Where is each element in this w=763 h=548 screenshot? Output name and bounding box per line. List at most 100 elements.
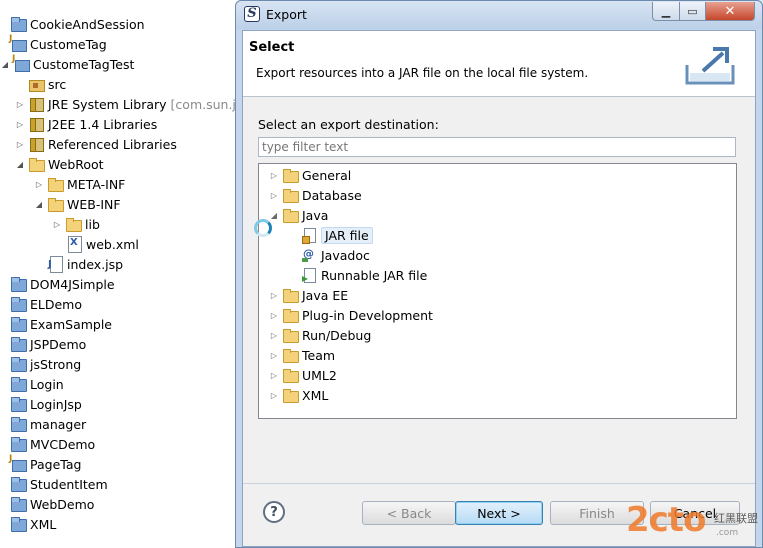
java-project-icon <box>9 454 27 472</box>
expand-arrow-icon[interactable]: ▷ <box>15 119 25 129</box>
wizard-title: Select <box>249 40 295 55</box>
library-j2ee[interactable]: ▷ J2EE 1.4 Libraries <box>15 114 157 134</box>
project-studentitem[interactable]: StudentItem <box>10 474 108 494</box>
project-jspdemo[interactable]: JSPDemo <box>10 334 86 354</box>
java-project-icon <box>9 34 27 52</box>
folder-icon <box>65 216 82 232</box>
folder-icon <box>282 187 299 203</box>
tree-item-database[interactable]: ▷ Database <box>269 185 362 205</box>
tree-item-javadoc[interactable]: Javadoc <box>301 245 370 265</box>
expand-arrow-icon[interactable]: ▷ <box>269 310 279 320</box>
folder-src[interactable]: src <box>28 74 66 94</box>
folder-lib[interactable]: ▷ lib <box>52 214 100 234</box>
expand-arrow-icon[interactable]: ▷ <box>15 99 25 109</box>
project-eldemo[interactable]: ELDemo <box>10 294 82 314</box>
project-pagetag[interactable]: PageTag <box>9 454 81 474</box>
dialog-body: Select Export resources into a JAR file … <box>242 30 756 547</box>
expand-arrow-icon[interactable]: ▷ <box>269 370 279 380</box>
project-login[interactable]: Login <box>10 374 64 394</box>
collapse-arrow-icon[interactable]: ◢ <box>269 210 279 220</box>
source-folder-icon <box>28 76 45 92</box>
watermark-sub: .com <box>716 528 739 538</box>
tree-item-team[interactable]: ▷ Team <box>269 345 335 365</box>
folder-icon <box>282 287 299 303</box>
destination-label: Select an export destination: <box>258 117 439 132</box>
tree-item-run-debug[interactable]: ▷ Run/Debug <box>269 325 371 345</box>
runnable-jar-icon <box>301 267 317 283</box>
project-manager[interactable]: manager <box>10 414 86 434</box>
eclipse-icon: S <box>244 6 260 22</box>
filter-input[interactable] <box>258 137 736 157</box>
library-referenced[interactable]: ▷ Referenced Libraries <box>15 134 177 154</box>
help-button[interactable]: ? <box>263 501 285 523</box>
library-jre[interactable]: ▷JRE System Library[com.sun.java <box>15 94 239 114</box>
tree-item-java-ee[interactable]: ▷ Java EE <box>269 285 348 305</box>
tree-item-runnable-jar[interactable]: Runnable JAR file <box>301 265 427 285</box>
project-icon <box>10 496 27 512</box>
library-icon <box>28 96 44 112</box>
back-button[interactable]: < Back <box>362 501 456 525</box>
java-project-icon <box>12 54 30 72</box>
folder-icon <box>282 167 299 183</box>
tree-item-xml[interactable]: ▷ XML <box>269 385 328 405</box>
project-explorer: CookieAndSession CustomeTag ◢CustomeTagT… <box>0 0 240 548</box>
collapse-arrow-icon[interactable]: ◢ <box>15 159 25 169</box>
tree-item-jar-file[interactable]: JAR file <box>301 225 373 245</box>
project-icon <box>10 356 27 372</box>
expand-arrow-icon[interactable]: ▷ <box>34 179 44 189</box>
folder-icon <box>282 327 299 343</box>
project-icon <box>10 416 27 432</box>
folder-icon <box>28 156 45 172</box>
project-xml[interactable]: XML <box>10 514 56 534</box>
project-icon <box>10 296 27 312</box>
close-icon: ✕ <box>724 3 736 19</box>
tree-item-general[interactable]: ▷ General <box>269 165 351 185</box>
next-button[interactable]: Next > <box>455 501 543 525</box>
footer-divider <box>243 483 755 484</box>
folder-web-inf[interactable]: ◢ WEB-INF <box>34 194 121 214</box>
library-icon <box>28 116 44 132</box>
expand-arrow-icon[interactable]: ▷ <box>269 350 279 360</box>
collapse-arrow-icon[interactable]: ◢ <box>0 59 10 69</box>
project-icon <box>10 396 27 412</box>
project-icon <box>10 376 27 392</box>
expand-arrow-icon[interactable]: ▷ <box>269 190 279 200</box>
expand-arrow-icon[interactable]: ▷ <box>15 139 25 149</box>
jsp-file-icon <box>47 256 63 273</box>
folder-meta-inf[interactable]: ▷ META-INF <box>34 174 125 194</box>
folder-webroot[interactable]: ◢ WebRoot <box>15 154 104 174</box>
project-examsample[interactable]: ExamSample <box>10 314 112 334</box>
tree-item-uml2[interactable]: ▷ UML2 <box>269 365 337 385</box>
close-button[interactable]: ✕ <box>705 2 755 21</box>
expand-arrow-icon[interactable]: ▷ <box>269 290 279 300</box>
loading-spinner-icon <box>254 219 272 237</box>
dialog-titlebar[interactable]: S Export ▁ ▭ ✕ <box>236 1 762 29</box>
collapse-arrow-icon[interactable]: ◢ <box>34 199 44 209</box>
expand-arrow-icon[interactable]: ▷ <box>269 330 279 340</box>
tree-item-plugin-development[interactable]: ▷ Plug-in Development <box>269 305 433 325</box>
project-cookieandsession[interactable]: CookieAndSession <box>10 14 145 34</box>
expand-arrow-icon[interactable]: ▷ <box>269 170 279 180</box>
xml-file-icon <box>66 236 82 253</box>
expand-arrow-icon[interactable]: ▷ <box>52 219 62 229</box>
tree-item-java[interactable]: ◢ Java <box>269 205 328 225</box>
dialog-title: Export <box>266 7 307 22</box>
project-dom4jsimple[interactable]: DOM4JSimple <box>10 274 115 294</box>
minimize-icon: ▁ <box>661 4 671 18</box>
folder-icon <box>47 196 64 212</box>
expand-arrow-icon[interactable]: ▷ <box>269 390 279 400</box>
project-jsstrong[interactable]: jsStrong <box>10 354 81 374</box>
project-custometag[interactable]: CustomeTag <box>9 34 107 54</box>
project-webdemo[interactable]: WebDemo <box>10 494 94 514</box>
folder-icon <box>282 367 299 383</box>
export-wizard-icon <box>685 47 735 85</box>
file-index-jsp[interactable]: index.jsp <box>47 254 123 274</box>
maximize-button[interactable]: ▭ <box>679 2 706 21</box>
project-custometagtest[interactable]: ◢CustomeTagTest <box>0 54 134 74</box>
project-mvcdemo[interactable]: MVCDemo <box>10 434 95 454</box>
project-loginjsp[interactable]: LoginJsp <box>10 394 82 414</box>
file-web-xml[interactable]: web.xml <box>66 234 139 254</box>
jar-file-icon <box>301 227 317 244</box>
minimize-button[interactable]: ▁ <box>652 2 680 21</box>
folder-icon <box>282 387 299 403</box>
